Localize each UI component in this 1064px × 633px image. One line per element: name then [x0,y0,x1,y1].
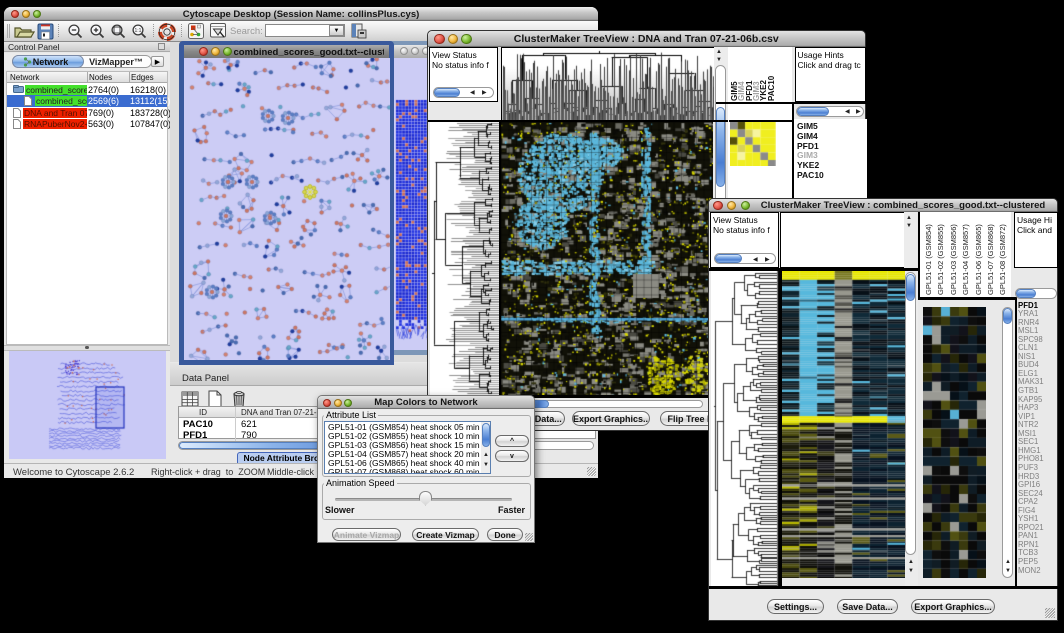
svg-text:1:1: 1:1 [135,28,142,34]
